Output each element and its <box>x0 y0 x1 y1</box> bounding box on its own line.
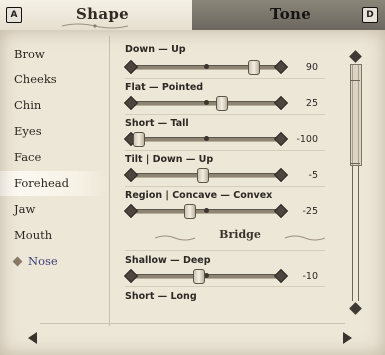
slider-max-icon <box>273 167 289 183</box>
scroll-up-icon[interactable] <box>349 50 362 63</box>
row-divider <box>125 150 325 151</box>
sidebar-item-label: Forehead <box>14 176 70 190</box>
sidebar-item-forehead[interactable]: Forehead <box>0 171 108 196</box>
slider-region-concave-convex[interactable] <box>123 203 289 219</box>
footer-nav <box>0 320 385 355</box>
slider-thumb[interactable] <box>183 204 196 219</box>
slider-shallow-deep[interactable] <box>123 268 289 284</box>
scrollbar[interactable] <box>348 50 362 315</box>
sidebar-item-label: Face <box>14 150 42 164</box>
slider-min-icon <box>123 268 139 284</box>
slider-max-icon <box>273 95 289 111</box>
hotkey-d-badge: D <box>362 7 378 23</box>
slider-min-icon <box>123 167 139 183</box>
tab-shape-label: Shape <box>76 5 129 23</box>
slider-center-icon <box>204 64 209 69</box>
slider-title: Short — Long <box>125 291 197 302</box>
slider-max-icon <box>273 131 289 147</box>
slider-flat-pointed[interactable] <box>123 95 289 111</box>
sidebar-item-eyes[interactable]: Eyes <box>0 119 108 144</box>
tab-shape[interactable]: A Shape <box>0 0 192 30</box>
tab-tone[interactable]: Tone D <box>192 0 385 30</box>
slider-max-icon <box>273 268 289 284</box>
sidebar-item-label: Eyes <box>14 124 42 138</box>
sidebar-item-cheeks[interactable]: Cheeks <box>0 67 108 92</box>
sidebar-item-label: Mouth <box>14 228 53 242</box>
slider-thumb[interactable] <box>193 269 206 284</box>
slider-max-icon <box>273 203 289 219</box>
footer-divider <box>40 323 345 324</box>
slider-list: Down — Up 90 Flat — Pointed 25 Short — T… <box>110 30 335 320</box>
sidebar-item-label: Cheeks <box>14 72 57 86</box>
row-divider <box>125 78 325 79</box>
slider-value: -10 <box>302 271 318 282</box>
sidebar-item-label: Chin <box>14 98 42 112</box>
slider-title: Down — Up <box>125 44 186 55</box>
row-divider <box>125 286 325 287</box>
scroll-tick <box>350 80 360 81</box>
slider-center-icon <box>204 136 209 141</box>
slider-down-up[interactable] <box>123 59 289 75</box>
scroll-tick <box>350 163 360 164</box>
tab-tone-label: Tone <box>270 5 312 23</box>
slider-title: Shallow — Deep <box>125 255 211 266</box>
slider-value: 90 <box>305 62 318 73</box>
slider-title: Tilt | Down — Up <box>125 154 214 165</box>
next-arrow-icon[interactable] <box>343 332 352 344</box>
slider-min-icon <box>123 203 139 219</box>
sidebar-item-chin[interactable]: Chin <box>0 93 108 118</box>
slider-value: 25 <box>305 98 318 109</box>
customization-panel: Brow Cheeks Chin Eyes Face Forehead Jaw … <box>0 30 385 355</box>
tab-bar: A Shape Tone D <box>0 0 385 30</box>
hotkey-a-badge: A <box>6 7 22 23</box>
slider-center-icon <box>204 100 209 105</box>
sidebar-item-face[interactable]: Face <box>0 145 108 170</box>
row-divider <box>125 186 325 187</box>
section-title: Bridge <box>216 228 264 241</box>
slider-min-icon <box>123 59 139 75</box>
flourish-ornament-icon <box>61 23 129 29</box>
section-header-bridge: Bridge <box>170 228 310 244</box>
sidebar-item-label: Jaw <box>14 202 36 216</box>
sidebar-item-label: Brow <box>14 47 45 61</box>
scroll-down-icon[interactable] <box>349 302 362 315</box>
slider-title: Flat — Pointed <box>125 82 204 93</box>
sidebar-item-label: Nose <box>28 254 58 268</box>
slider-value: -100 <box>296 134 318 145</box>
slider-title: Region | Concave — Convex <box>125 190 273 201</box>
sidebar-item-jaw[interactable]: Jaw <box>0 197 108 222</box>
slider-tilt-down-up[interactable] <box>123 167 289 183</box>
slider-min-icon <box>123 95 139 111</box>
slider-value: -5 <box>308 170 318 181</box>
slider-title: Short — Tall <box>125 118 189 129</box>
slider-thumb[interactable] <box>197 168 210 183</box>
previous-arrow-icon[interactable] <box>28 332 37 344</box>
sidebar-item-brow[interactable]: Brow <box>0 42 108 67</box>
sidebar-item-nose[interactable]: Nose <box>0 249 108 274</box>
slider-value: -25 <box>302 206 318 217</box>
row-divider <box>125 114 325 115</box>
slider-short-tall[interactable] <box>123 131 289 147</box>
slider-thumb[interactable] <box>216 96 229 111</box>
sidebar-item-mouth[interactable]: Mouth <box>0 223 108 248</box>
slider-center-icon <box>204 208 209 213</box>
row-divider <box>125 250 325 251</box>
slider-thumb[interactable] <box>133 132 145 147</box>
slider-thumb[interactable] <box>248 60 261 75</box>
diamond-icon <box>12 256 23 267</box>
slider-max-icon <box>273 59 289 75</box>
